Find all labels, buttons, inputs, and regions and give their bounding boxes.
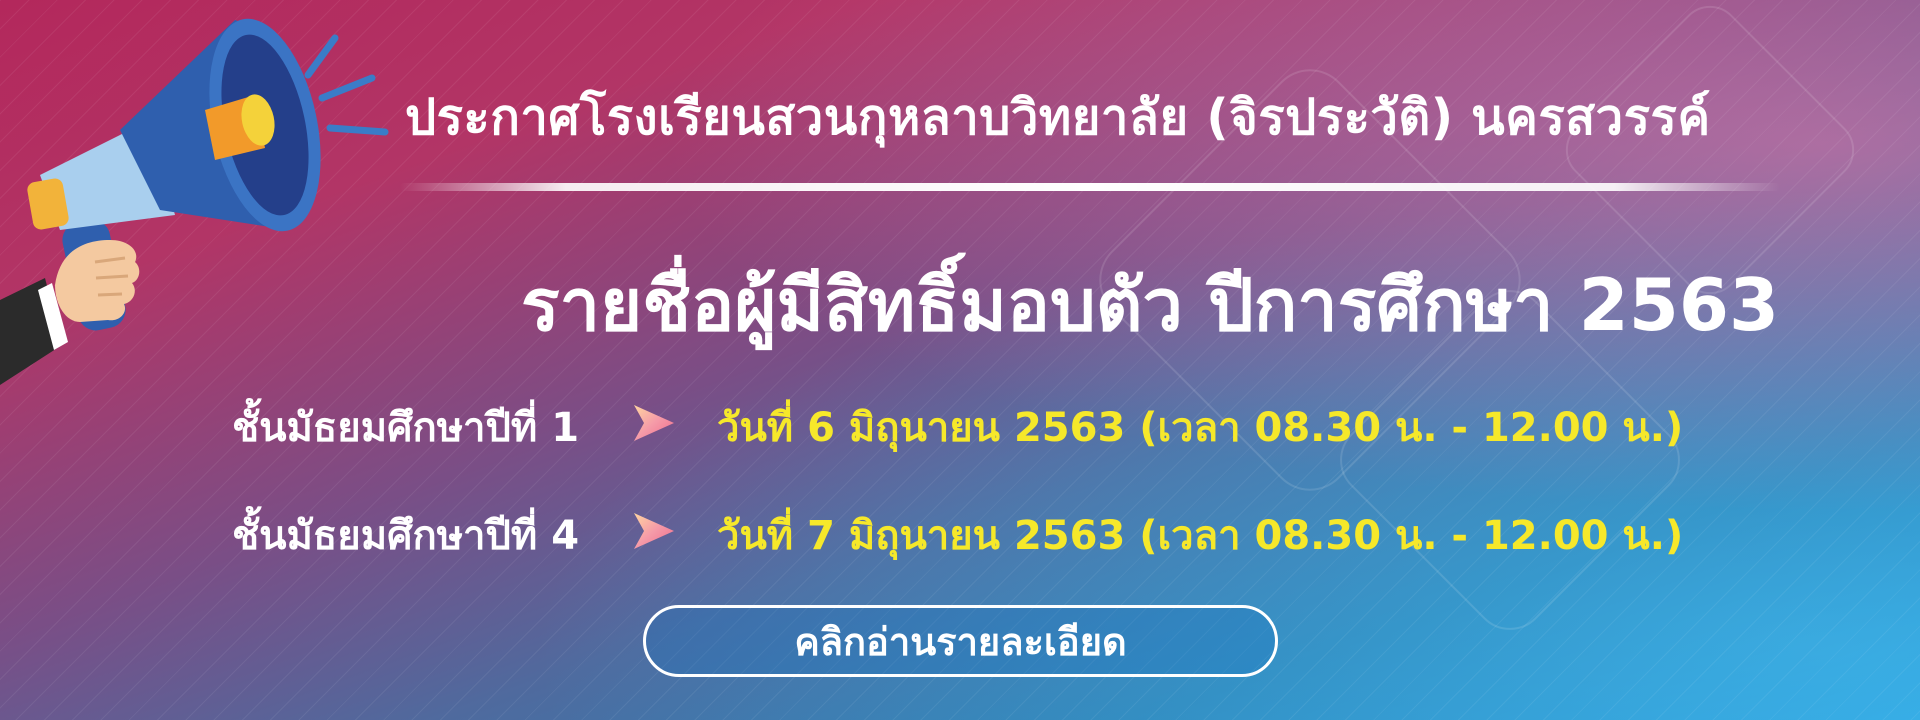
grade-label: ชั้นมัธยมศึกษาปีที่ 1 [232, 405, 580, 451]
title-divider [400, 183, 1780, 191]
schedule-row-grade-4: ชั้นมัธยมศึกษาปีที่ 4 วันที่ 7 มิถุนายน … [232, 503, 1732, 563]
announcement-title: ประกาศโรงเรียนสวนกุหลาบวิทยาลัย (จิรประว… [405, 89, 1711, 146]
grade-label: ชั้นมัธยมศึกษาปีที่ 4 [232, 513, 580, 559]
date-label: วันที่ 6 มิถุนายน 2563 (เวลา 08.30 น. - … [717, 405, 1684, 451]
arrow-right-icon [634, 513, 674, 549]
read-details-button[interactable]: คลิกอ่านรายละเอียด [643, 605, 1278, 677]
page-subtitle: รายชื่อผู้มีสิทธิ์มอบตัว ปีการศึกษา 2563 [520, 263, 1780, 347]
schedule-row-grade-1: ชั้นมัธยมศึกษาปีที่ 1 วันที่ 6 มิถุนายน … [232, 395, 1732, 455]
arrow-right-icon [634, 405, 674, 441]
announcement-banner: ประกาศโรงเรียนสวนกุหลาบวิทยาลัย (จิรประว… [0, 0, 1920, 720]
date-label: วันที่ 7 มิถุนายน 2563 (เวลา 08.30 น. - … [717, 513, 1684, 559]
